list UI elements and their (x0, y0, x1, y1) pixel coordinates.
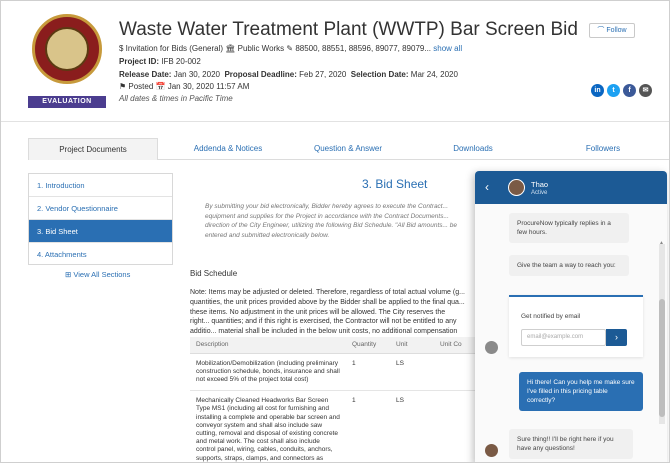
bot-avatar-icon (485, 341, 498, 354)
follow-label: Follow (606, 27, 627, 34)
follow-button[interactable]: ⌒ Follow (589, 23, 635, 38)
section-nav: 1. Introduction 2. Vendor Questionnaire … (28, 173, 173, 265)
agent-small-avatar (485, 444, 498, 457)
evaluation-badge: EVALUATION (28, 96, 106, 108)
col-description: Description (190, 337, 346, 354)
section-nav-attachments[interactable]: 4. Attachments (29, 243, 172, 266)
show-all-link[interactable]: show all (433, 44, 462, 53)
section-nav-bid-sheet[interactable]: 3. Bid Sheet (29, 220, 172, 243)
col-quantity: Quantity (346, 337, 390, 354)
table-row: Mechanically Cleaned Headworks Bar Scree… (190, 390, 480, 462)
categories-line: $ Invitation for Bids (General) 🏛 Public… (119, 44, 462, 53)
notify-label: Get notified by email (521, 313, 581, 320)
table-row: Mobilization/Demobilization (including p… (190, 353, 480, 392)
email-share-icon[interactable]: ✉ (639, 84, 652, 97)
document-tabs: Project Documents Addenda & Notices Ques… (28, 138, 669, 160)
posted-line: ⚑ Posted 📅 Jan 30, 2020 11:57 AM (119, 82, 250, 91)
bid-schedule-heading: Bid Schedule (190, 269, 238, 278)
dates-line: Release Date: Jan 30, 2020 Proposal Dead… (119, 70, 458, 79)
selection-date-label: Selection Date: (350, 70, 409, 79)
page-title: Waste Water Treatment Plant (WWTP) Bar S… (119, 19, 578, 40)
section-nav-introduction[interactable]: 1. Introduction (29, 174, 172, 197)
city-seal-logo: EVALUATION (28, 14, 106, 108)
seal-ring (32, 14, 102, 84)
facebook-icon[interactable]: f (623, 84, 636, 97)
tab-followers[interactable]: Followers (563, 138, 643, 160)
agent-avatar (508, 179, 525, 196)
app-window: EVALUATION Waste Water Treatment Plant (… (0, 0, 670, 463)
bid-intro-text: By submitting your bid electronically, B… (205, 203, 457, 239)
tab-question-answer[interactable]: Question & Answer (298, 138, 398, 160)
release-date-value: Jan 30, 2020 (173, 70, 220, 79)
proposal-deadline-label: Proposal Deadline: (224, 70, 297, 79)
scroll-up-icon[interactable]: ▲ (659, 240, 664, 246)
row-description: Mobilization/Demobilization (including p… (190, 353, 346, 392)
email-capture-card: Get notified by email email@example.com … (509, 295, 643, 357)
agent-name: Thao (531, 180, 549, 189)
timezone-text: All dates & times in Pacific Time (119, 94, 233, 103)
row-unit-cost-input[interactable] (434, 390, 480, 462)
view-all-sections-link[interactable]: ⊞ View All Sections (65, 270, 130, 279)
chat-header: ‹ Thao Active (475, 171, 667, 204)
col-unit-cost: Unit Co (434, 337, 480, 354)
row-quantity: 1 (346, 390, 390, 462)
col-unit: Unit (390, 337, 434, 354)
chat-message-reply-time: ProcureNow typically replies in a few ho… (509, 213, 629, 243)
tab-project-documents[interactable]: Project Documents (28, 138, 158, 160)
row-unit-cost-input[interactable] (434, 353, 480, 392)
row-quantity: 1 (346, 353, 390, 392)
project-id-label: Project ID: (119, 57, 160, 66)
section-nav-vendor-questionnaire[interactable]: 2. Vendor Questionnaire (29, 197, 172, 220)
pricing-table: Description Quantity Unit Unit Co Mobili… (190, 337, 480, 462)
table-header-row: Description Quantity Unit Unit Co (190, 337, 480, 354)
proposal-deadline-value: Feb 27, 2020 (299, 70, 347, 79)
email-submit-button[interactable]: › (606, 329, 627, 346)
agent-chat-message: Sure thing!! I'll be right here if you h… (509, 429, 633, 459)
categories-text: $ Invitation for Bids (General) 🏛 Public… (119, 44, 432, 53)
user-chat-message: Hi there! Can you help me make sure I've… (519, 372, 643, 411)
release-date-label: Release Date: (119, 70, 172, 79)
seal-emblem (45, 27, 89, 71)
row-unit: LS (390, 390, 434, 462)
project-header: EVALUATION Waste Water Treatment Plant (… (1, 1, 669, 122)
row-unit: LS (390, 353, 434, 392)
tab-downloads[interactable]: Downloads (433, 138, 513, 160)
twitter-icon[interactable]: t (607, 84, 620, 97)
timezone-note: All dates & times in Pacific Time (119, 94, 233, 103)
chat-scrollbar-thumb[interactable] (659, 299, 665, 417)
project-id-line: Project ID: IFB 20-002 (119, 57, 201, 66)
tab-addenda-notices[interactable]: Addenda & Notices (178, 138, 278, 160)
section-heading: 3. Bid Sheet (362, 177, 428, 191)
email-input[interactable]: email@example.com (521, 329, 606, 346)
project-id-value: IFB 20-002 (161, 57, 201, 66)
row-description: Mechanically Cleaned Headworks Bar Scree… (190, 390, 346, 462)
rss-icon: ⌒ (597, 27, 605, 34)
linkedin-icon[interactable]: in (591, 84, 604, 97)
agent-status: Active (531, 190, 548, 196)
selection-date-value: Mar 24, 2020 (410, 70, 458, 79)
chevron-right-icon: › (615, 332, 618, 342)
chat-message-reach: Give the team a way to reach you: (509, 255, 629, 276)
chevron-left-icon[interactable]: ‹ (485, 180, 489, 194)
